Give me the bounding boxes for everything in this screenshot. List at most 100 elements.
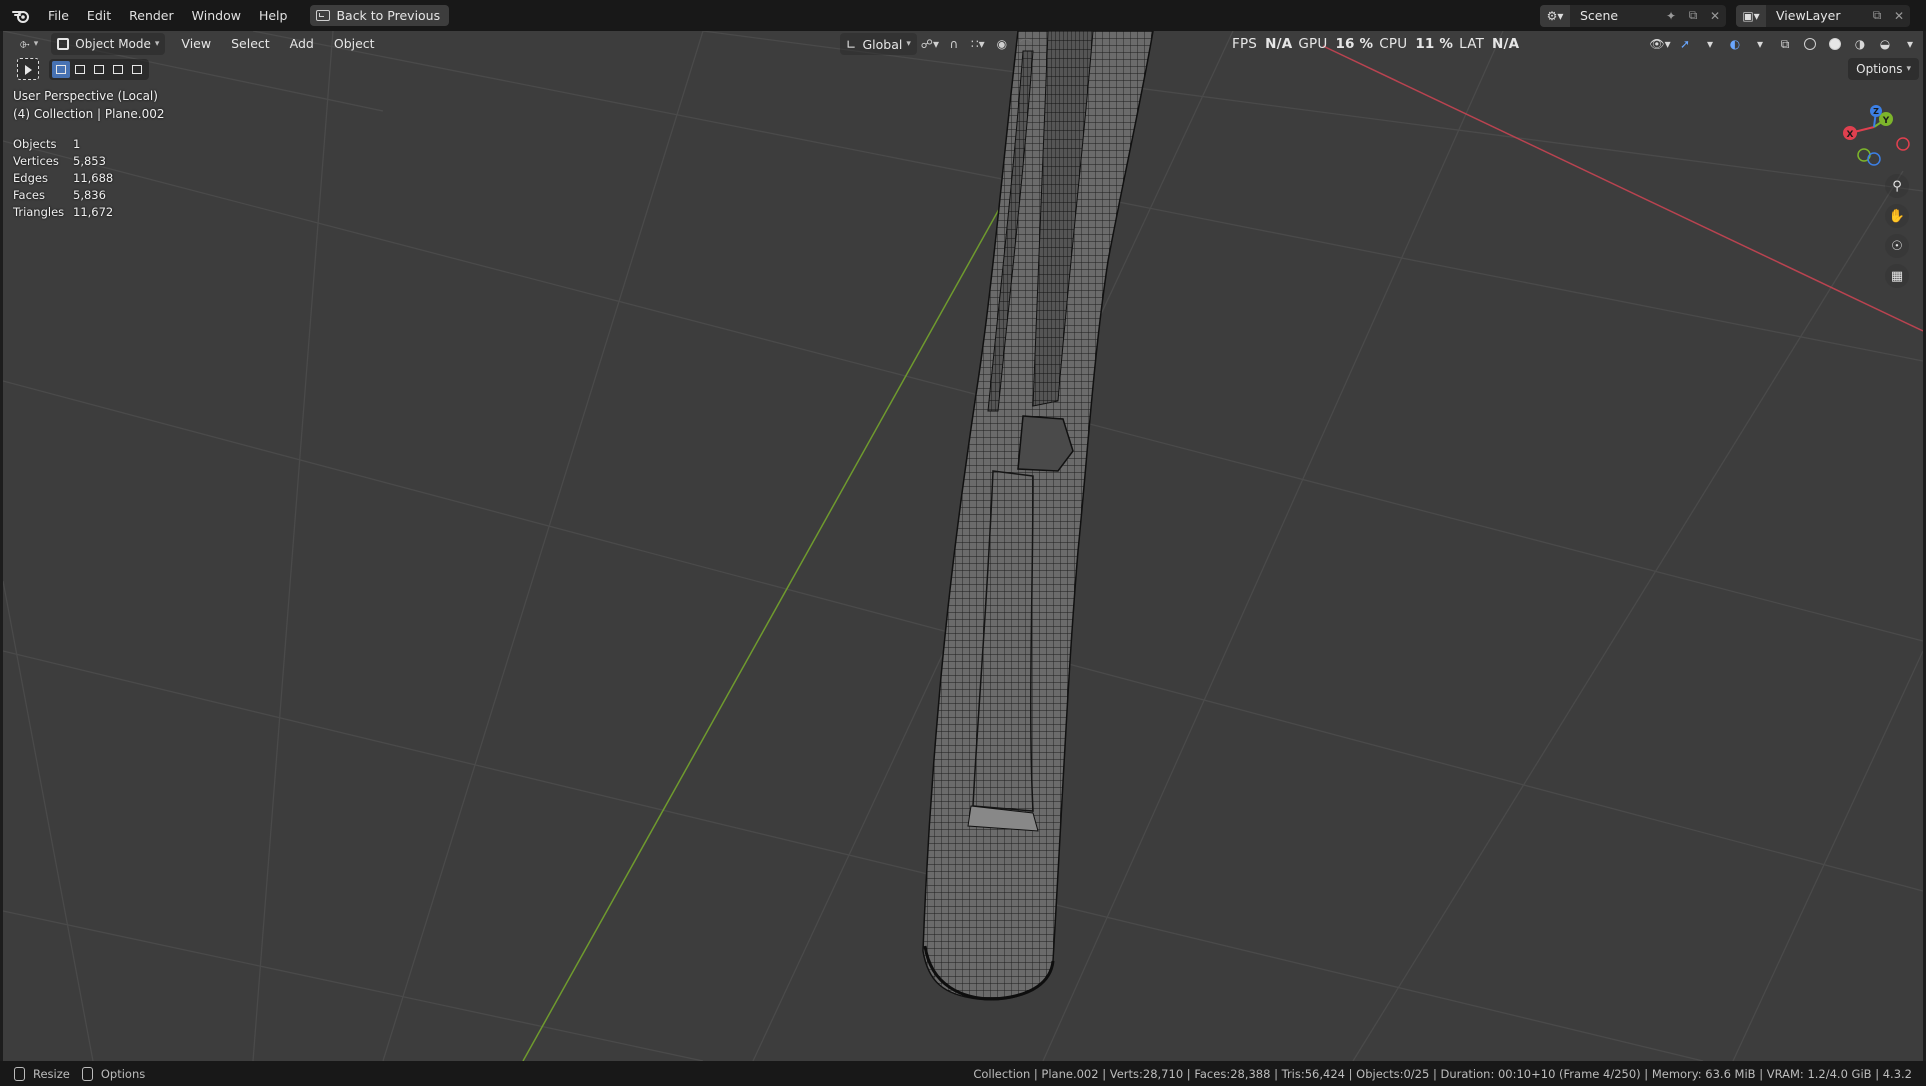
menu-file[interactable]: File xyxy=(39,0,78,31)
scene-icon[interactable]: ⚙▾ xyxy=(1540,4,1570,27)
view-title: User Perspective (Local) xyxy=(13,89,158,103)
stat-row: Triangles 11,672 xyxy=(13,203,113,220)
pin-icon[interactable]: ✦ xyxy=(1660,5,1682,27)
stat-value: 1 xyxy=(73,136,81,151)
material-shading-icon[interactable]: ◑ xyxy=(1849,33,1871,55)
menu-help[interactable]: Help xyxy=(250,0,297,31)
snap-magnet-icon[interactable]: ∩ xyxy=(943,33,965,55)
menu-select[interactable]: Select xyxy=(221,36,280,51)
stat-row: Vertices 5,853 xyxy=(13,152,113,169)
center-tools: ∟ Global ▾ ☍▾ ∩ ∷▾ ◉ ⌒ xyxy=(840,33,1037,55)
visibility-icon[interactable]: 👁▾ xyxy=(1649,33,1671,55)
editor-type-icon: ⌱ xyxy=(20,35,30,51)
overlays-dropdown-icon[interactable]: ▾ xyxy=(1749,33,1771,55)
editor-type-button[interactable]: ⌱ ▾ xyxy=(15,33,43,55)
menu-edit[interactable]: Edit xyxy=(78,0,120,31)
gizmo-toggle-icon[interactable]: ➚ xyxy=(1674,33,1696,55)
status-info: Collection | Plane.002 | Verts:28,710 | … xyxy=(973,1066,1912,1081)
gizmo-z-label: Z xyxy=(1873,107,1879,116)
object-mode-icon xyxy=(57,37,70,50)
scene-selector[interactable]: ⚙▾ Scene ✦ ⧉ ✕ xyxy=(1540,4,1726,27)
stat-label: Triangles xyxy=(13,204,65,219)
lat-value: N/A xyxy=(1492,35,1520,52)
lat-label: LAT xyxy=(1459,35,1485,52)
stat-label: Objects xyxy=(13,136,57,151)
object-mode-dropdown[interactable]: Object Mode ▾ xyxy=(51,32,166,55)
select-new-icon[interactable] xyxy=(52,60,70,78)
3d-viewport[interactable]: ⌱ ▾ Object Mode ▾ View Select Add Object … xyxy=(3,31,1923,1061)
stat-value: 11,672 xyxy=(73,204,114,219)
menu-add[interactable]: Add xyxy=(280,36,324,51)
view-layer-icon[interactable]: ▣▾ xyxy=(1736,4,1766,27)
orientation-icon: ∟ xyxy=(846,36,857,52)
stat-value: 5,836 xyxy=(73,187,106,202)
viewport-header: ⌱ ▾ Object Mode ▾ View Select Add Object … xyxy=(3,31,1923,56)
solid-shading-icon[interactable] xyxy=(1824,33,1846,55)
stat-value: 5,853 xyxy=(73,153,106,168)
back-screen-icon xyxy=(316,10,331,21)
menu-render[interactable]: Render xyxy=(120,0,183,31)
mouse-right-icon xyxy=(81,1066,93,1081)
gizmo-neg-x-icon xyxy=(1896,137,1910,151)
zoom-icon[interactable]: ⚲ xyxy=(1885,174,1909,198)
navigation-gizmo[interactable]: X Y Z xyxy=(1828,97,1918,177)
camera-orbit-icon[interactable]: ☉ xyxy=(1885,234,1909,258)
selection-mode-group xyxy=(49,58,149,80)
select-intersect-icon[interactable] xyxy=(128,61,146,78)
select-extend-icon[interactable] xyxy=(71,61,89,78)
menu-object[interactable]: Object xyxy=(324,36,385,51)
view-layer-name[interactable]: ViewLayer xyxy=(1766,8,1866,23)
gpu-value: 16 % xyxy=(1335,35,1374,52)
stat-value: 11,688 xyxy=(73,170,114,185)
gpu-label: GPU xyxy=(1298,35,1328,52)
select-invert-icon[interactable] xyxy=(109,61,127,78)
menu-window[interactable]: Window xyxy=(183,0,250,31)
options-dropdown[interactable]: Options ▾ xyxy=(1848,58,1919,80)
view-layer-selector[interactable]: ▣▾ ViewLayer ⧉ ✕ xyxy=(1736,4,1910,27)
x-axis-line xyxy=(1322,45,1923,332)
new-scene-icon[interactable]: ⧉ xyxy=(1682,5,1704,27)
options-label: Options xyxy=(1856,62,1903,76)
xray-toggle-icon[interactable]: ⧉ xyxy=(1774,33,1796,55)
back-to-previous-button[interactable]: Back to Previous xyxy=(310,5,450,26)
status-left: Resize Options xyxy=(14,1066,146,1081)
select-subtract-icon[interactable] xyxy=(90,61,108,78)
hand-pan-icon[interactable]: ✋ xyxy=(1885,204,1909,228)
blender-logo-icon[interactable] xyxy=(11,6,31,26)
menu-view[interactable]: View xyxy=(171,36,221,51)
wireframe-shading-icon[interactable] xyxy=(1799,33,1821,55)
delete-view-layer-icon[interactable]: ✕ xyxy=(1888,5,1910,27)
rendered-shading-icon[interactable]: ◒ xyxy=(1874,33,1896,55)
fps-value: N/A xyxy=(1265,35,1293,52)
status-options: Options xyxy=(100,1066,146,1081)
top-menu-bar: File Edit Render Window Help Back to Pre… xyxy=(0,0,1926,31)
pivot-point-icon[interactable]: ☍▾ xyxy=(919,33,941,55)
stat-label: Vertices xyxy=(13,153,59,168)
mesh-object[interactable] xyxy=(922,31,1154,1001)
top-right-selectors: ⚙▾ Scene ✦ ⧉ ✕ ▣▾ ViewLayer ⧉ ✕ xyxy=(1540,0,1926,31)
overlays-toggle-icon[interactable]: ◐ xyxy=(1724,33,1746,55)
object-mode-label: Object Mode xyxy=(75,36,151,51)
delete-scene-icon[interactable]: ✕ xyxy=(1704,5,1726,27)
mouse-left-icon xyxy=(14,1066,25,1081)
fps-label: FPS xyxy=(1232,35,1258,52)
new-view-layer-icon[interactable]: ⧉ xyxy=(1866,5,1888,27)
gizmo-y-label: Y xyxy=(1882,116,1890,126)
gizmo-neg-z-icon xyxy=(1867,152,1881,166)
scene-name[interactable]: Scene xyxy=(1570,8,1660,23)
gizmo-dropdown-icon[interactable]: ▾ xyxy=(1699,33,1721,55)
shading-dropdown-icon[interactable]: ▾ xyxy=(1899,33,1921,55)
select-tool-icon[interactable] xyxy=(17,58,39,80)
stat-label: Edges xyxy=(13,170,48,185)
snap-increment-icon[interactable]: ∷▾ xyxy=(967,33,989,55)
performance-stats: FPS N/A GPU 16 % CPU 11 % LAT N/A xyxy=(1232,31,1525,56)
grid-ortho-icon[interactable]: ▦ xyxy=(1885,264,1909,288)
proportional-editing-icon[interactable]: ◉ xyxy=(991,33,1013,55)
falloff-icon[interactable]: ⌒ xyxy=(1015,33,1037,55)
collection-object-label: (4) Collection | Plane.002 xyxy=(13,107,165,121)
scene-statistics: Objects 1 Vertices 5,853 Edges 11,688 Faces… xyxy=(13,135,113,220)
cpu-value: 11 % xyxy=(1415,35,1454,52)
stat-row: Edges 11,688 xyxy=(13,169,113,186)
transform-orientation-dropdown[interactable]: ∟ Global ▾ xyxy=(840,33,917,55)
stat-label: Faces xyxy=(13,187,45,202)
